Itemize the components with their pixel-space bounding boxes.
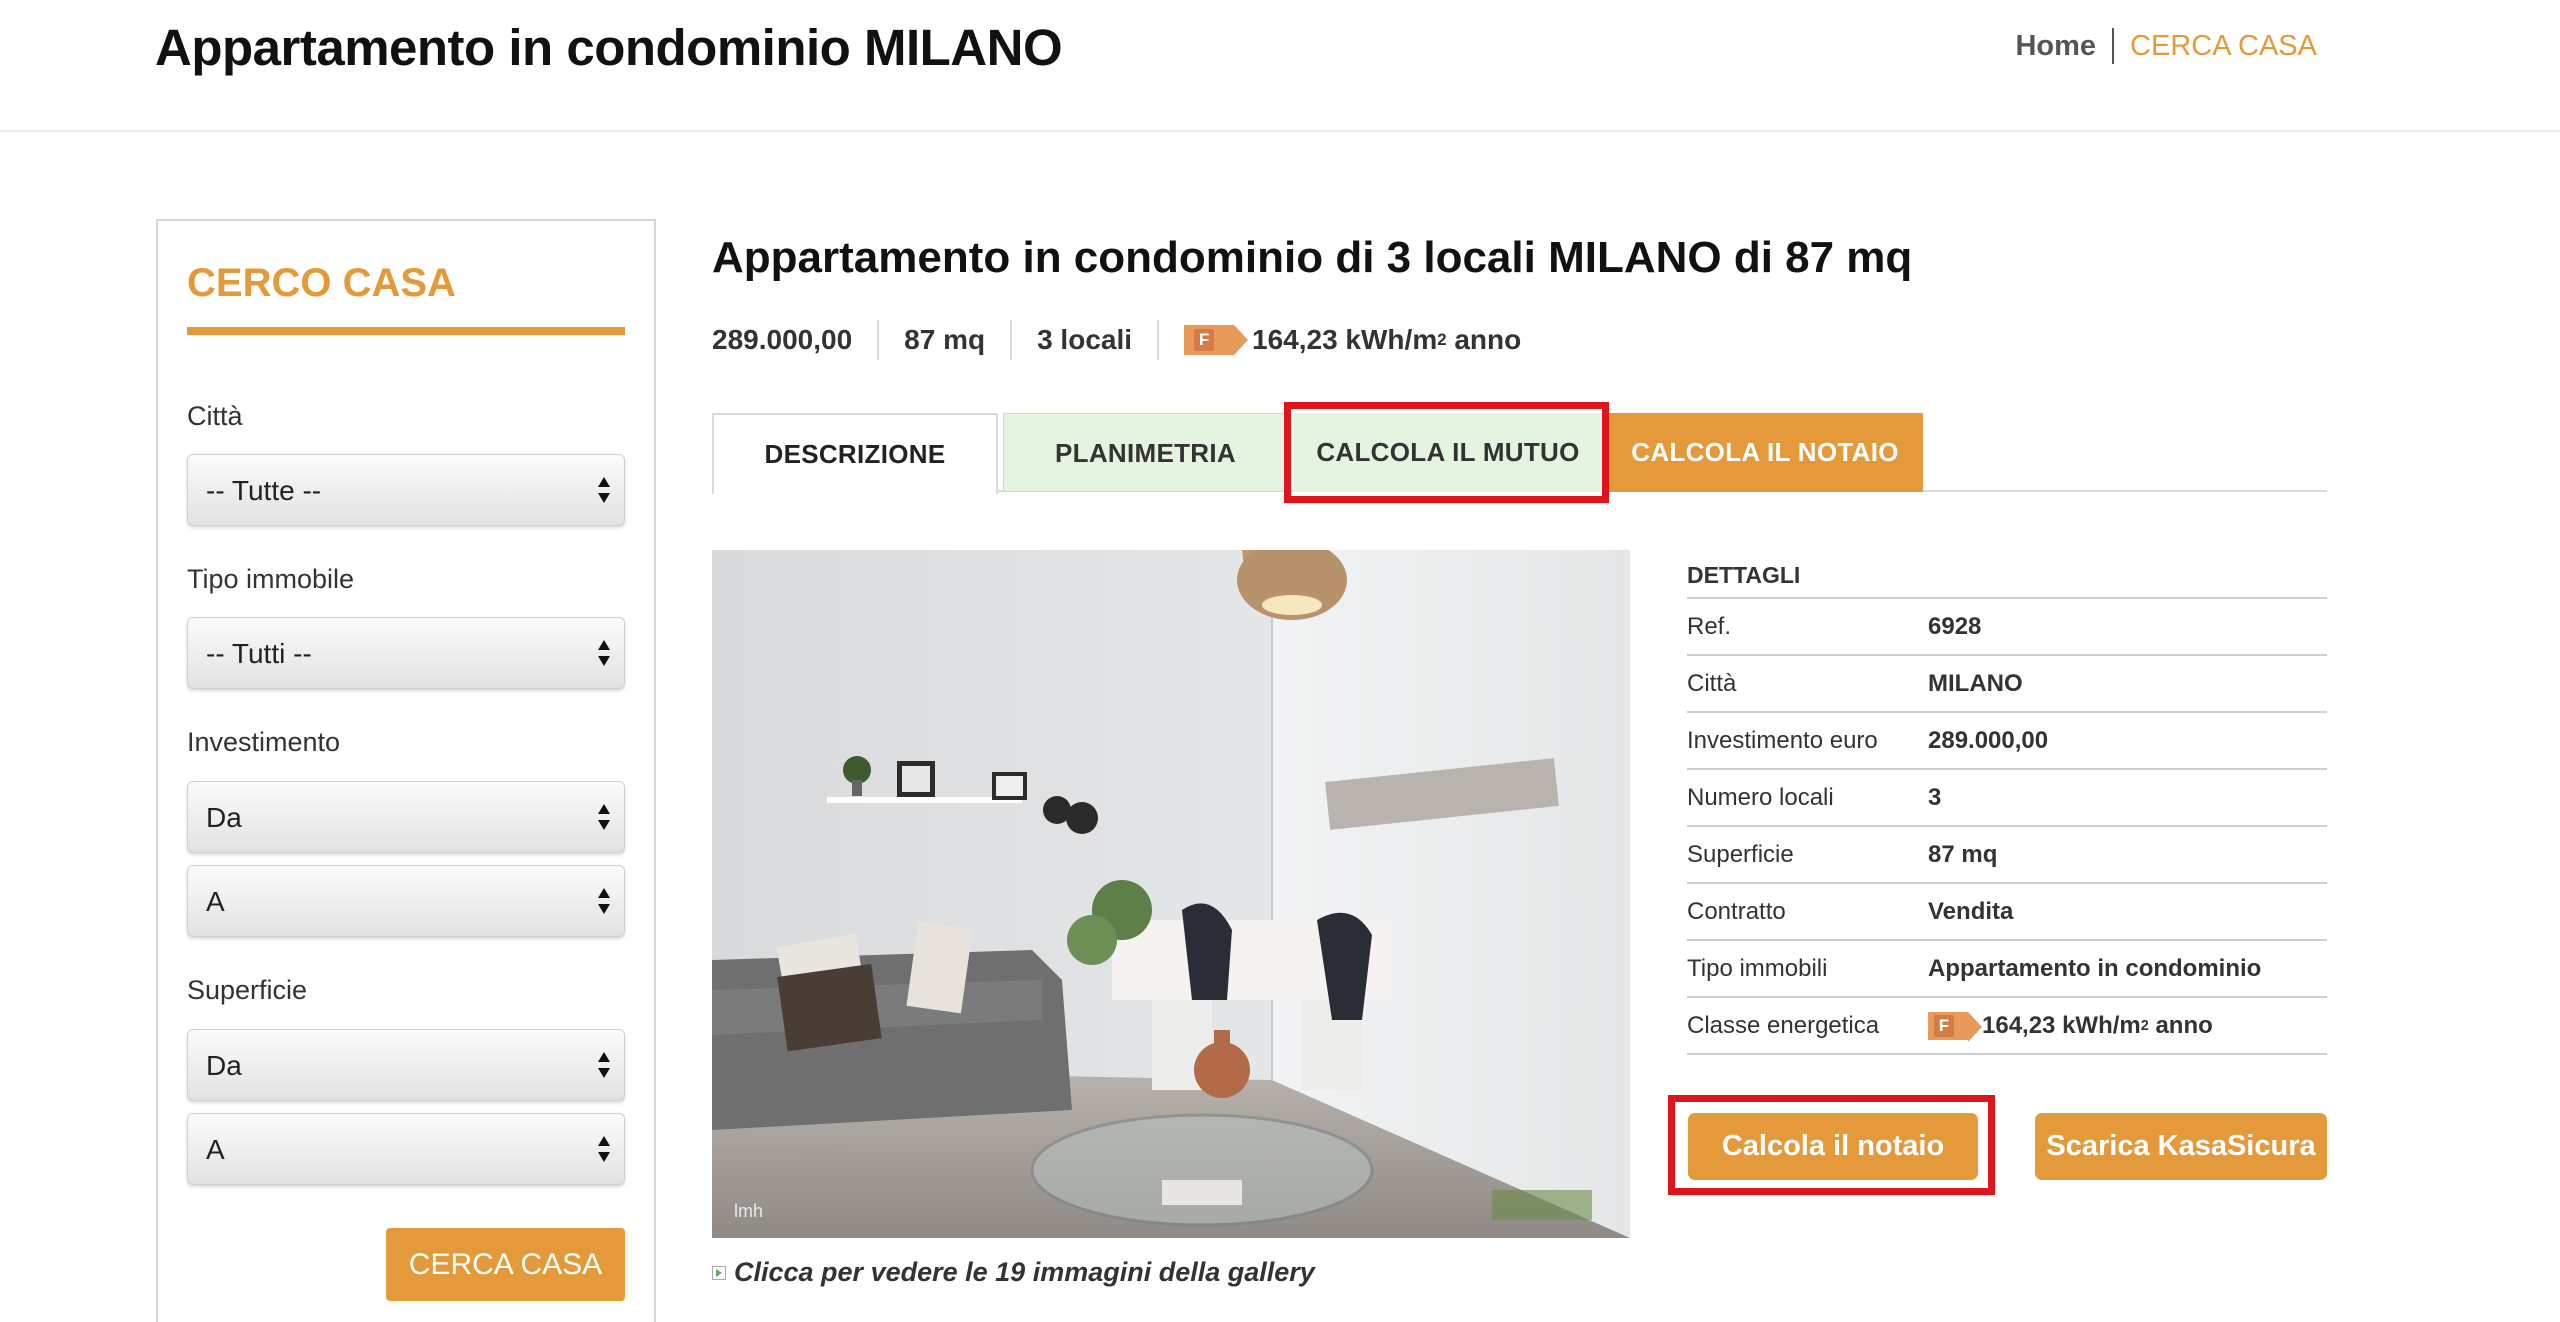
photo-watermark: lmh	[734, 1201, 763, 1221]
select-arrows-icon	[596, 475, 612, 507]
superficie-da-select[interactable]: Da	[187, 1029, 625, 1101]
detail-key: Città	[1687, 670, 1737, 697]
table-row: Tipo immobili Appartamento in condominio	[1687, 941, 2327, 998]
table-row: Investimento euro 289.000,00	[1687, 713, 2327, 770]
living-room-photo: lmh	[712, 550, 1630, 1238]
top-navigation: Home CERCA CASA	[2015, 28, 2317, 64]
detail-value: Vendita	[1928, 898, 2014, 925]
tab-descrizione[interactable]: DESCRIZIONE	[712, 413, 998, 494]
detail-key: Numero locali	[1687, 784, 1834, 811]
table-row: Superficie 87 mq	[1687, 827, 2327, 884]
superficie-label: Superficie	[187, 975, 308, 1005]
detail-key: Investimento euro	[1687, 727, 1878, 754]
detail-key: Classe energetica	[1687, 1012, 1880, 1039]
table-row-energy: Classe energetica F 164,23 kWh/m 2 anno	[1687, 998, 2327, 1055]
highlight-box-notaio	[1668, 1095, 1995, 1195]
sidebar-divider	[187, 327, 625, 335]
summary-energy: F 164,23 kWh/m 2 anno	[1157, 320, 1546, 360]
listing-title: Appartamento in condominio di 3 locali M…	[712, 233, 1913, 282]
superficie-a-select[interactable]: A	[187, 1113, 625, 1185]
nav-cerca-casa-link[interactable]: CERCA CASA	[2130, 30, 2317, 63]
detail-value: 87 mq	[1928, 841, 1998, 868]
citta-select-value: -- Tutte --	[206, 475, 322, 506]
gallery-link-text: Clicca per vedere le 19 immagini della g…	[734, 1257, 1315, 1287]
detail-value: Appartamento in condominio	[1928, 955, 2262, 982]
gallery-link[interactable]: Clicca per vedere le 19 immagini della g…	[712, 1257, 1315, 1288]
investimento-label: Investimento	[187, 727, 341, 757]
nav-separator	[2112, 28, 2115, 64]
table-row: Città MILANO	[1687, 656, 2327, 713]
investimento-da-value: Da	[206, 802, 242, 833]
select-arrows-icon	[596, 802, 612, 834]
sidebar-title: CERCO CASA	[187, 261, 456, 305]
detail-key: Contratto	[1687, 898, 1786, 925]
detail-value: 6928	[1928, 613, 1982, 640]
energy-class-letter: F	[1934, 1014, 1954, 1037]
table-row: Contratto Vendita	[1687, 884, 2327, 941]
citta-select[interactable]: -- Tutte --	[187, 454, 625, 526]
energy-class-badge: F	[1928, 1011, 1982, 1042]
select-arrows-icon	[596, 1134, 612, 1166]
tipo-immobile-label: Tipo immobile	[187, 564, 355, 594]
summary-rooms: 3 locali	[1010, 320, 1157, 360]
detail-value-energy: F 164,23 kWh/m 2 anno	[1928, 998, 2213, 1053]
detail-key: Superficie	[1687, 841, 1794, 868]
detail-key: Tipo immobili	[1687, 955, 1828, 982]
detail-value: 289.000,00	[1928, 727, 2049, 754]
table-row: Ref. 6928	[1687, 599, 2327, 656]
citta-label: Città	[187, 401, 243, 431]
summary-area: 87 mq	[877, 320, 1010, 360]
superficie-a-value: A	[206, 1134, 225, 1165]
listing-photo[interactable]: lmh	[712, 550, 1630, 1238]
cerca-casa-button[interactable]: CERCA CASA	[386, 1228, 625, 1301]
arrow-bullet-icon	[712, 1265, 726, 1280]
energy-unit: anno	[1454, 324, 1522, 355]
nav-home-link[interactable]: Home	[2015, 30, 2096, 63]
details-table: DETTAGLI Ref. 6928 Città MILANO Investimen…	[1687, 551, 2327, 1055]
investimento-da-select[interactable]: Da	[187, 781, 625, 853]
highlight-box-mutuo	[1284, 402, 1609, 503]
energy-unit: anno	[2155, 1012, 2213, 1039]
tab-planimetria[interactable]: PLANIMETRIA	[1003, 413, 1288, 492]
energy-class-letter: F	[1194, 329, 1215, 351]
site-header: Appartamento in condominio MILANO Home C…	[0, 0, 2560, 132]
detail-value: 3	[1928, 784, 1942, 811]
detail-value: MILANO	[1928, 670, 2023, 697]
superficie-da-value: Da	[206, 1050, 242, 1081]
detail-key: Ref.	[1687, 613, 1732, 640]
search-sidebar: CERCO CASA Città -- Tutte -- Tipo immobi…	[156, 219, 656, 1322]
details-heading: DETTAGLI	[1687, 551, 2327, 599]
investimento-a-value: A	[206, 886, 225, 917]
select-arrows-icon	[596, 1050, 612, 1082]
summary-price: 289.000,00	[712, 324, 853, 355]
tipo-immobile-select-value: -- Tutti --	[206, 638, 312, 669]
energy-value: 164,23 kWh/m	[1252, 324, 1438, 355]
listing-summary: 289.000,00 87 mq 3 locali F 164,23 kWh/m…	[712, 318, 1546, 362]
scarica-kasasicura-button[interactable]: Scarica KasaSicura	[2035, 1113, 2327, 1180]
energy-class-badge: F	[1184, 325, 1249, 355]
energy-value: 164,23 kWh/m	[1982, 1012, 2141, 1039]
table-row: Numero locali 3	[1687, 770, 2327, 827]
investimento-a-select[interactable]: A	[187, 865, 625, 937]
select-arrows-icon	[596, 638, 612, 670]
tipo-immobile-select[interactable]: -- Tutti --	[187, 617, 625, 689]
select-arrows-icon	[596, 886, 612, 918]
tab-calcola-notaio[interactable]: CALCOLA IL NOTAIO	[1607, 413, 1923, 492]
page-title: Appartamento in condominio MILANO	[155, 19, 1063, 76]
